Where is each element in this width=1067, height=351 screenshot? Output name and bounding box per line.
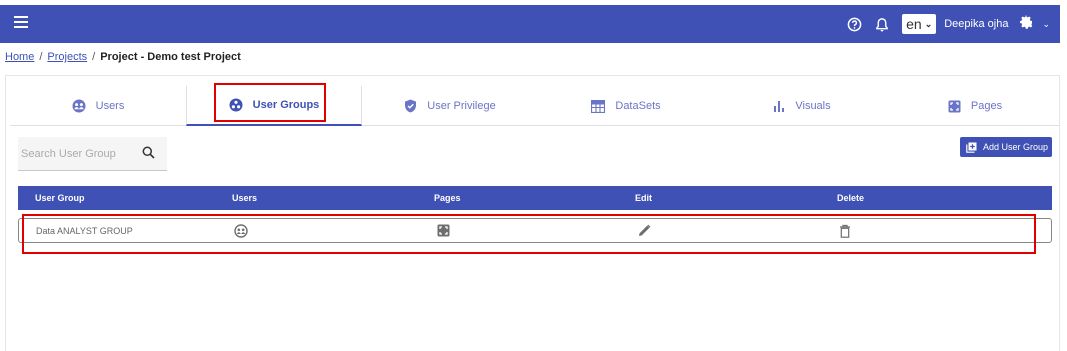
tab-label: Visuals bbox=[795, 100, 831, 112]
dataset-icon bbox=[591, 99, 606, 113]
column-header-edit: Edit bbox=[635, 193, 652, 203]
breadcrumb-separator: / bbox=[92, 51, 96, 63]
tab-bar: Users User Groups User Privilege DataSet… bbox=[10, 83, 1060, 126]
tab-user-groups[interactable]: User Groups bbox=[186, 83, 362, 126]
help-icon[interactable] bbox=[846, 16, 862, 32]
tab-users[interactable]: Users bbox=[10, 86, 186, 126]
top-app-bar: en ⌄ Deepika ojha ⌄ bbox=[0, 5, 1060, 43]
top-bar-actions: en ⌄ Deepika ojha ⌄ bbox=[834, 5, 1050, 43]
tab-label: DataSets bbox=[615, 100, 661, 112]
column-header-pages: Pages bbox=[434, 193, 461, 203]
column-header-users: Users bbox=[232, 193, 258, 203]
chevron-down-icon: ⌄ bbox=[1042, 18, 1050, 29]
pages-icon bbox=[948, 100, 961, 113]
table-header: User Group Users Pages Edit Delete bbox=[18, 186, 1052, 210]
column-header-user-group: User Group bbox=[35, 193, 85, 203]
breadcrumb-current: Project - Demo test Project bbox=[100, 51, 241, 63]
menu-icon[interactable] bbox=[14, 16, 28, 30]
add-user-group-button[interactable]: Add User Group bbox=[959, 137, 1052, 157]
tab-datasets[interactable]: DataSets bbox=[538, 86, 714, 126]
language-select[interactable]: en ⌄ bbox=[902, 14, 937, 34]
tab-label: Users bbox=[95, 100, 125, 112]
add-list-icon bbox=[966, 142, 977, 153]
bar-chart-icon bbox=[773, 100, 785, 112]
breadcrumb-projects-link[interactable]: Projects bbox=[47, 51, 87, 63]
tab-pages[interactable]: Pages bbox=[890, 86, 1060, 126]
settings-menu[interactable]: ⌄ bbox=[1018, 14, 1050, 35]
shield-icon bbox=[404, 99, 417, 113]
tab-user-privilege[interactable]: User Privilege bbox=[362, 86, 538, 126]
chevron-down-icon: ⌄ bbox=[924, 18, 933, 29]
users-icon bbox=[72, 99, 86, 113]
tab-label: Pages bbox=[970, 100, 1003, 112]
breadcrumb: Home / Projects / Project - Demo test Projec… bbox=[5, 51, 241, 63]
add-user-group-label: Add User Group bbox=[982, 142, 1048, 152]
breadcrumb-home-link[interactable]: Home bbox=[5, 51, 34, 63]
language-value: en bbox=[906, 16, 922, 32]
highlight-annotation-box bbox=[22, 214, 1036, 254]
column-header-delete: Delete bbox=[837, 193, 865, 203]
breadcrumb-separator: / bbox=[39, 51, 43, 63]
search-input[interactable] bbox=[18, 147, 133, 160]
search-field bbox=[18, 137, 167, 171]
gear-icon bbox=[1018, 14, 1034, 35]
search-icon[interactable] bbox=[142, 146, 155, 164]
highlight-annotation-box bbox=[214, 83, 326, 122]
tab-label: User Privilege bbox=[427, 100, 496, 112]
bell-icon[interactable] bbox=[874, 16, 890, 32]
tab-visuals[interactable]: Visuals bbox=[714, 86, 890, 126]
user-name: Deepika ojha bbox=[944, 18, 1009, 30]
